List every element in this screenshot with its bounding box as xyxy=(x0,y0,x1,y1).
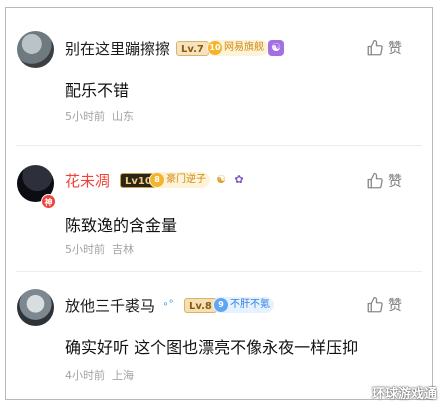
like-button[interactable]: 赞 xyxy=(366,38,402,58)
comment-text: 确实好听 这个图也漂亮不像永夜一样压抑 xyxy=(65,338,359,357)
bubbles-icon: ∘° xyxy=(160,297,176,313)
comment-location: 山东 xyxy=(112,110,134,123)
username[interactable]: 放他三千裘马 xyxy=(65,295,155,316)
comment-location: 上海 xyxy=(112,369,134,382)
watermark: 环球游戏通 xyxy=(371,387,437,402)
comment-text: 陈致逸的含金量 xyxy=(65,216,178,235)
fan-tag-badge: 8 豪门逆子 xyxy=(149,172,210,188)
medal-icon: ☯ xyxy=(268,40,284,56)
like-button[interactable]: 赞 xyxy=(366,171,402,191)
comment-item: 别在这里蹦擦擦 Lv.7 10 网易旗舰 ☯ 赞 配乐不错 5小时前 山东 xyxy=(6,8,432,140)
fan-tag-label: 豪门逆子 xyxy=(166,174,206,185)
comment-time: 5小时前 xyxy=(65,110,105,123)
fan-tag-badge: 9 不肝不氪 xyxy=(213,297,274,313)
fan-tag-icon: 9 xyxy=(214,298,228,312)
like-label: 赞 xyxy=(388,174,402,190)
thumbs-up-icon xyxy=(367,39,383,56)
thumbs-up-icon xyxy=(367,172,383,189)
username[interactable]: 别在这里蹦擦擦 xyxy=(65,38,170,59)
avatar[interactable] xyxy=(17,31,54,68)
fan-tag-label: 网易旗舰 xyxy=(224,42,264,53)
verified-badge: 神 xyxy=(41,194,56,209)
avatar[interactable] xyxy=(17,289,54,326)
comment-meta: 5小时前 吉林 xyxy=(65,241,134,257)
comment-time: 4小时前 xyxy=(65,369,105,382)
comment-item: 放他三千裘马 ∘° Lv.8 9 不肝不氪 赞 确实好听 这个图也漂亮不像永夜一… xyxy=(6,273,432,399)
like-label: 赞 xyxy=(388,41,402,57)
divider xyxy=(16,271,422,272)
comment-text: 配乐不错 xyxy=(65,81,130,100)
fan-tag-label: 不肝不氪 xyxy=(230,299,270,310)
medal-icon: ☯ xyxy=(213,172,229,188)
comment-item: 神 花未凋 Lv10 8 豪门逆子 ☯ ✿ 赞 陈致逸的含金量 5小时前 吉林 xyxy=(6,146,432,270)
level-badge: Lv.7 xyxy=(176,41,209,56)
comment-location: 吉林 xyxy=(112,243,134,256)
thumbs-up-icon xyxy=(367,296,383,313)
fan-tag-icon: 8 xyxy=(150,173,164,187)
username[interactable]: 花未凋 xyxy=(65,170,110,191)
fan-tag-badge: 10 网易旗舰 xyxy=(207,40,268,56)
fan-tag-icon: 10 xyxy=(208,41,222,55)
comment-time: 5小时前 xyxy=(65,243,105,256)
comment-meta: 5小时前 山东 xyxy=(65,108,134,124)
like-button[interactable]: 赞 xyxy=(366,295,402,315)
level-badge: Lv.8 xyxy=(184,298,217,313)
comment-list: 别在这里蹦擦擦 Lv.7 10 网易旗舰 ☯ 赞 配乐不错 5小时前 山东 神 花… xyxy=(5,7,433,400)
comment-meta: 4小时前 上海 xyxy=(65,367,134,383)
flower-icon: ✿ xyxy=(231,172,247,188)
like-label: 赞 xyxy=(388,298,402,314)
